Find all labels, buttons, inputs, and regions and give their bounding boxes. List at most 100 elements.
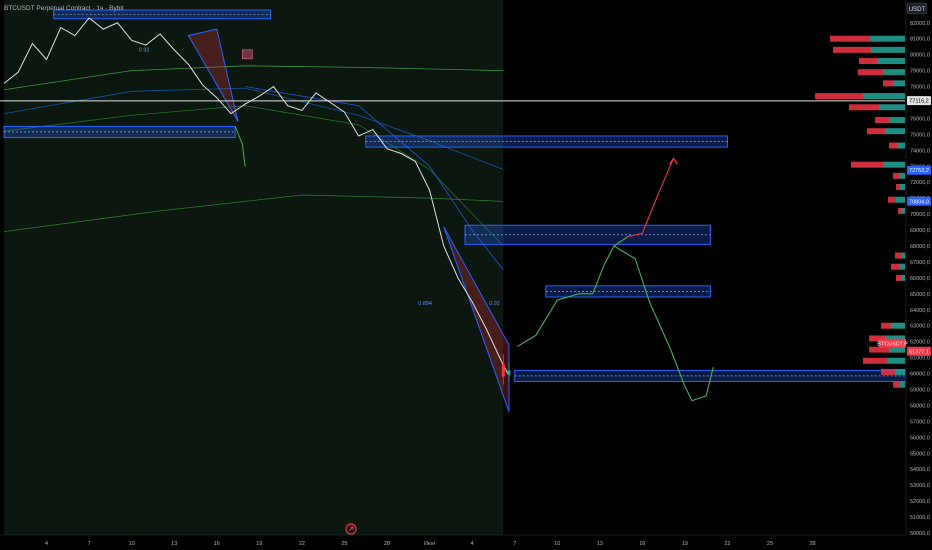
volume-bar-down <box>867 128 885 135</box>
price-label-text: 70804,0 <box>909 199 929 205</box>
volume-bar-up <box>883 161 905 168</box>
volume-bar-up <box>885 128 905 135</box>
price-tick-label: 82000,0 <box>910 21 930 27</box>
price-tick-label: 51000,0 <box>910 515 930 521</box>
price-tick-label: 67000,0 <box>910 260 930 266</box>
price-tick-label: 72000,0 <box>910 180 930 186</box>
price-tick-label: 80000,0 <box>910 53 930 59</box>
price-tick-label: 57000,0 <box>910 419 930 425</box>
volume-bar-down <box>896 183 900 190</box>
price-tick-label: 54000,0 <box>910 467 930 473</box>
price-tick-label: 76000,0 <box>910 116 930 122</box>
volume-bar-up <box>877 58 905 65</box>
volume-bar-down <box>881 368 895 375</box>
volume-bar-up <box>901 207 905 214</box>
price-tick-label: 70000,0 <box>910 212 930 218</box>
time-tick-label: 16 <box>214 541 220 547</box>
currency-label: USDT <box>909 7 926 13</box>
volume-bar-down <box>893 381 899 388</box>
volume-bar-down <box>883 80 893 87</box>
price-tick-label: 75000,0 <box>910 132 930 138</box>
time-tick-label: 4 <box>45 541 48 547</box>
volume-bar-down <box>891 263 899 270</box>
price-tick-label: 79000,0 <box>910 69 930 75</box>
price-tick-label: 64000,0 <box>910 308 930 314</box>
candle-body <box>501 363 505 377</box>
time-tick-label: 4 <box>471 541 474 547</box>
time-tick-label: 10 <box>129 541 135 547</box>
chart-title: BTCUSDT Perpetual Contract · 1ч · Bybit <box>4 5 124 12</box>
price-tick-label: 59000,0 <box>910 387 930 393</box>
price-tick-label: 58000,0 <box>910 403 930 409</box>
currency-button[interactable]: USDT <box>906 2 928 15</box>
volume-bar-down <box>859 58 877 65</box>
volume-bar-up <box>893 80 905 87</box>
fib-label: 0.92 <box>489 301 500 307</box>
time-tick-label: 25 <box>767 541 773 547</box>
volume-bar-up <box>897 142 905 149</box>
time-tick-label: 7 <box>513 541 516 547</box>
price-axis[interactable]: 82000,081000,080000,079000,078000,077000… <box>905 0 932 550</box>
volume-bar-down <box>863 357 887 364</box>
volume-bar-down <box>875 117 889 124</box>
volume-bar-down <box>881 322 891 329</box>
time-tick-label: 25 <box>341 541 347 547</box>
volume-bar-up <box>870 35 905 42</box>
volume-bar-down <box>849 104 879 111</box>
volume-bar-down <box>893 172 899 179</box>
time-tick-label: 22 <box>724 541 730 547</box>
price-tick-label: 65000,0 <box>910 292 930 298</box>
time-tick-label: 10 <box>554 541 560 547</box>
volume-bar-up <box>871 46 905 53</box>
time-tick-label: 19 <box>682 541 688 547</box>
volume-bar-up <box>889 117 905 124</box>
volume-bar-down <box>895 252 901 259</box>
volume-bar-down <box>815 93 863 100</box>
volume-bar-up <box>899 172 905 179</box>
price-tick-label: 63000,0 <box>910 324 930 330</box>
price-tick-label: 62000,0 <box>910 340 930 346</box>
price-tick-label: 52000,0 <box>910 499 930 505</box>
volume-bar-down <box>851 161 883 168</box>
time-tick-label: 13 <box>597 541 603 547</box>
price-tick-label: 53000,0 <box>910 483 930 489</box>
price-tick-label: 69000,0 <box>910 228 930 234</box>
price-tick-label: 55000,0 <box>910 451 930 457</box>
volume-bar-up <box>887 357 905 364</box>
price-tick-label: 81000,0 <box>910 37 930 43</box>
time-tick-label: Июн <box>424 541 435 547</box>
price-label-text: BTCUSDT.P <box>877 341 908 347</box>
price-tick-label: 61000,0 <box>910 356 930 362</box>
time-tick-label: 19 <box>256 541 262 547</box>
time-tick-label: 22 <box>299 541 305 547</box>
volume-bar-up <box>883 69 905 76</box>
fib-label: 0.894 <box>418 301 432 307</box>
marker-box <box>242 49 253 60</box>
price-tick-label: 56000,0 <box>910 435 930 441</box>
price-tick-label: 78000,0 <box>910 85 930 91</box>
volume-bar-up <box>863 93 905 100</box>
price-tick-label: 74000,0 <box>910 148 930 154</box>
time-tick-label: 7 <box>88 541 91 547</box>
time-tick-label: 16 <box>639 541 645 547</box>
volume-bar-up <box>900 183 905 190</box>
price-tick-label: 50000,0 <box>910 531 930 537</box>
chart-canvas[interactable]: 0.92 0.894 0.92 82000,0 81000,0 80000,0 79000… <box>0 0 932 550</box>
volume-bar-down <box>830 35 870 42</box>
time-tick-label: 28 <box>384 541 390 547</box>
price-tick-label: 60000,0 <box>910 372 930 378</box>
candle-body <box>507 370 511 376</box>
range-backdrop <box>4 0 504 535</box>
volume-bar-up <box>901 252 905 259</box>
volume-bar-down <box>888 196 896 203</box>
price-label-text: 61377,1 <box>909 349 929 355</box>
volume-bar-up <box>879 104 905 111</box>
time-tick-label: 13 <box>171 541 177 547</box>
price-label-text: 72753,2 <box>909 168 929 174</box>
volume-bar-up <box>891 322 905 329</box>
volume-bar-up <box>899 381 905 388</box>
price-tick-label: 68000,0 <box>910 244 930 250</box>
highlight-region <box>4 0 504 535</box>
volume-bar-down <box>898 207 901 214</box>
volume-bar-up <box>895 368 905 375</box>
